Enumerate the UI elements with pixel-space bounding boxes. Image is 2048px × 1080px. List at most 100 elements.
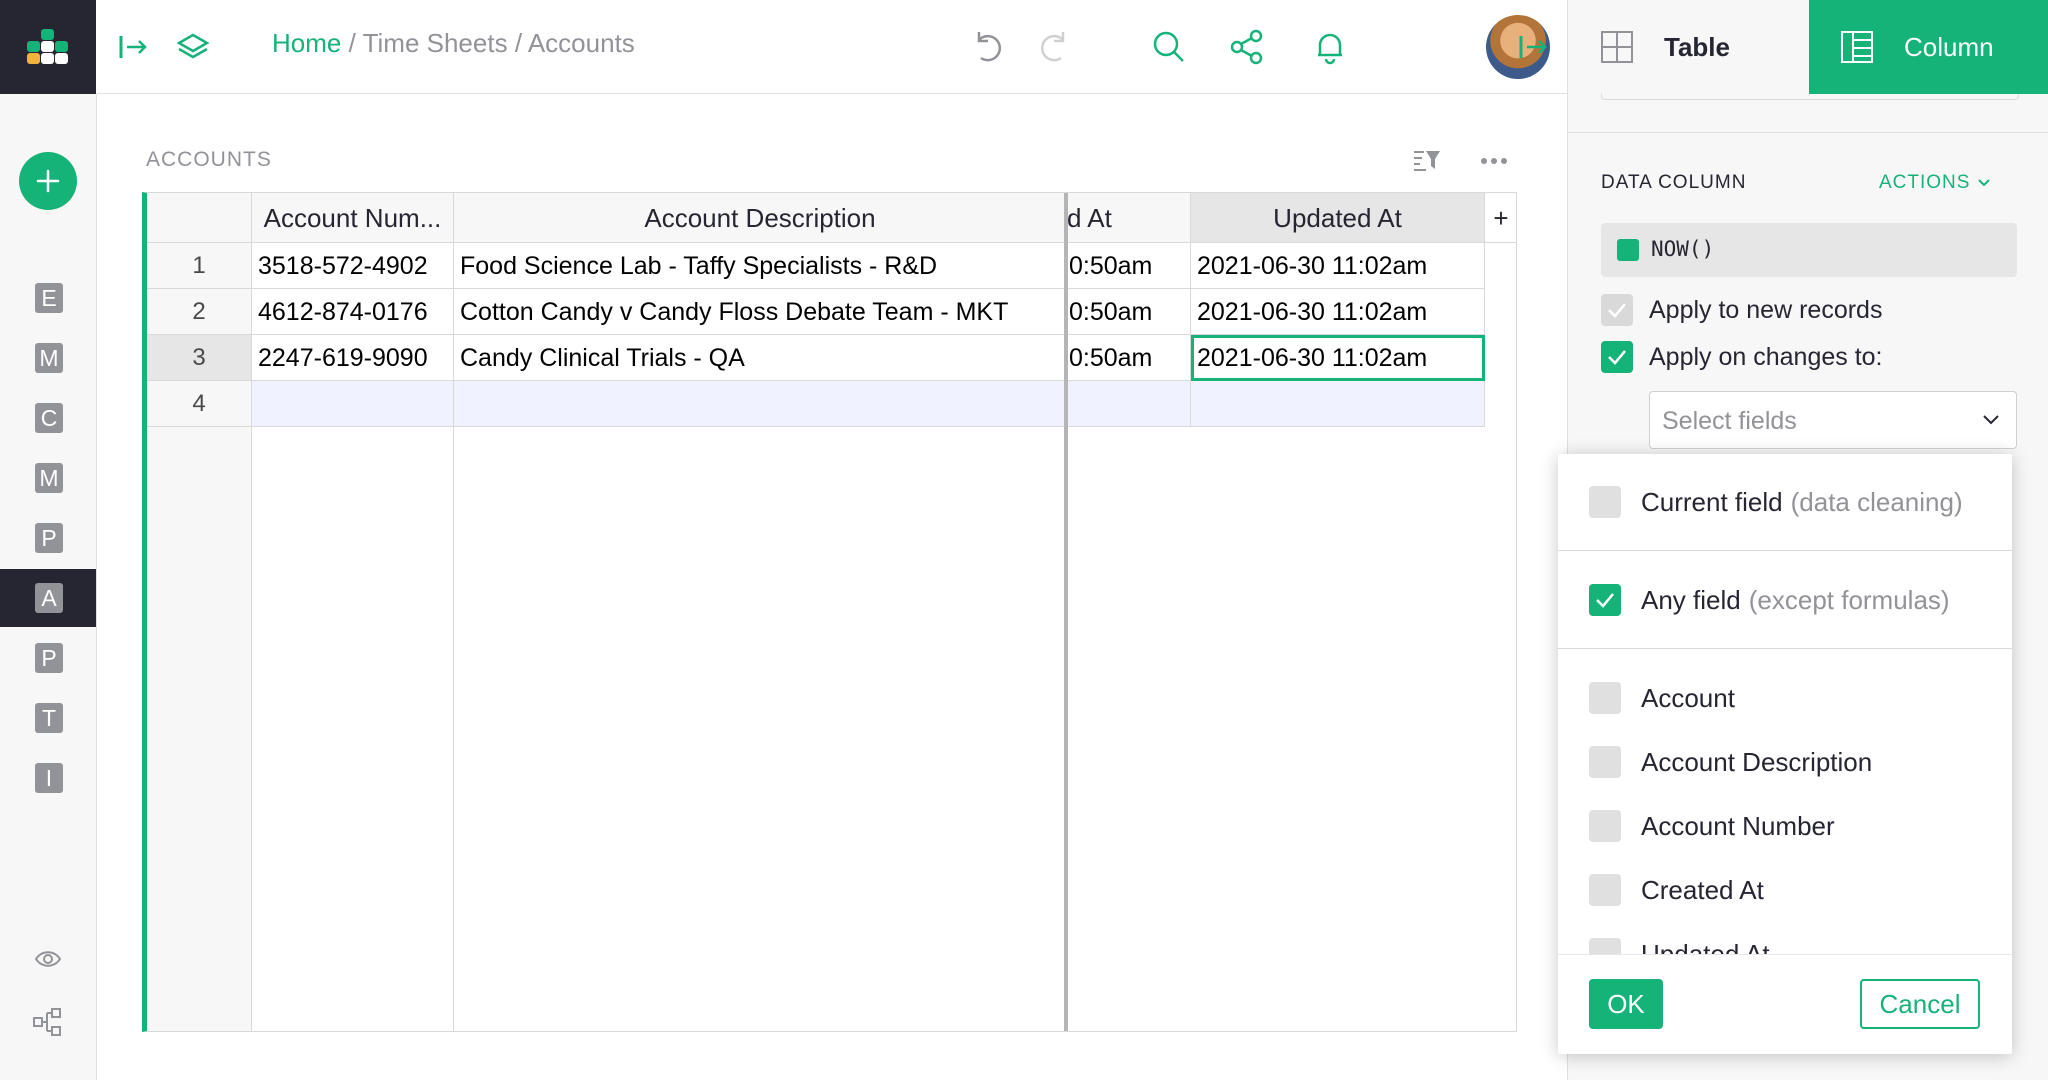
option-label: Account (1641, 682, 1735, 713)
row-number[interactable]: 1 (147, 243, 252, 289)
cell-account-number[interactable]: 3518-572-4902 (252, 243, 454, 289)
current-field-checkbox[interactable] (1589, 486, 1621, 518)
plus-icon (36, 169, 60, 193)
new-row-cell[interactable] (1067, 381, 1191, 427)
sort-filter-icon[interactable] (1412, 148, 1442, 174)
app-logo[interactable] (0, 0, 96, 94)
bell-icon[interactable] (1311, 28, 1349, 66)
row-number[interactable]: 4 (147, 381, 252, 427)
option-field-account-number[interactable]: Account Number (1589, 808, 1835, 844)
search-icon[interactable] (1150, 28, 1188, 66)
select-fields-placeholder: Select fields (1662, 407, 1797, 435)
eye-icon[interactable] (34, 948, 62, 970)
raw-data-icon[interactable] (32, 1006, 64, 1038)
grid-corner[interactable] (147, 193, 252, 243)
field-checkbox[interactable] (1589, 746, 1621, 778)
page-item-a-active[interactable]: A (0, 569, 96, 627)
tab-column[interactable]: Column (1809, 0, 2048, 94)
undo-icon[interactable] (969, 28, 1007, 66)
add-new-button[interactable] (19, 152, 77, 210)
share-icon[interactable] (1228, 28, 1266, 66)
add-column-button[interactable]: + (1485, 193, 1516, 243)
page-item-t[interactable]: T (0, 689, 96, 747)
page-badge: C (35, 403, 63, 433)
collapse-left-panel-icon[interactable] (115, 28, 153, 66)
redo-icon[interactable] (1035, 28, 1073, 66)
select-fields-menu: Current field (data cleaning) Any field … (1558, 454, 2012, 1054)
page-badge: A (35, 583, 63, 613)
cell-created-at[interactable]: 0:50am (1067, 243, 1191, 289)
row-number[interactable]: 3 (147, 335, 252, 381)
row-number[interactable]: 2 (147, 289, 252, 335)
checkmark-icon (1608, 350, 1626, 365)
option-field-account[interactable]: Account (1589, 680, 1735, 716)
cell-account-description[interactable]: Cotton Candy v Candy Floss Debate Team -… (454, 289, 1067, 335)
ok-button[interactable]: OK (1589, 979, 1663, 1029)
field-checkbox[interactable] (1589, 810, 1621, 842)
actions-menu[interactable]: ACTIONS (1879, 172, 1991, 194)
option-field-created-at[interactable]: Created At (1589, 872, 1764, 908)
option-any-field[interactable]: Any field (except formulas) (1589, 582, 1950, 618)
chevron-down-icon (1978, 179, 1990, 187)
new-row-cell[interactable] (252, 381, 454, 427)
more-options-icon[interactable] (1480, 154, 1508, 168)
page-item-c[interactable]: C (0, 389, 96, 447)
breadcrumb-page[interactable]: Accounts (528, 28, 635, 58)
page-item-p[interactable]: P (0, 509, 96, 567)
cell-account-description[interactable]: Candy Clinical Trials - QA (454, 335, 1067, 381)
top-bar: Home / Time Sheets / Accounts (97, 0, 1567, 94)
cell-created-at[interactable]: 0:50am (1067, 289, 1191, 335)
new-row-cell[interactable] (454, 381, 1067, 427)
breadcrumb-separator: / (514, 28, 523, 58)
page-item-p2[interactable]: P (0, 629, 96, 687)
cell-updated-at-selected[interactable]: 2021-06-30 11:02am (1191, 335, 1485, 381)
cell-account-number[interactable]: 4612-874-0176 (252, 289, 454, 335)
col-header-updated-at[interactable]: Updated At (1191, 193, 1485, 243)
field-checkbox[interactable] (1589, 874, 1621, 906)
collapse-right-panel-icon[interactable] (1515, 28, 1553, 66)
page-item-i[interactable]: I (0, 749, 96, 807)
apply-on-changes-label: Apply on changes to: (1649, 343, 1883, 371)
page-item-m[interactable]: M (0, 329, 96, 387)
apply-new-records-checkbox[interactable] (1601, 294, 1633, 326)
tab-table[interactable]: Table (1568, 0, 1809, 94)
field-box-edge (1601, 94, 2019, 100)
select-fields-dropdown[interactable]: Select fields (1649, 391, 2017, 449)
page-badge: T (35, 703, 63, 733)
menu-divider (1558, 648, 2012, 649)
cell-created-at[interactable]: 0:50am (1067, 335, 1191, 381)
formula-editor[interactable]: NOW() (1601, 223, 2017, 277)
option-current-field[interactable]: Current field (data cleaning) (1589, 484, 1963, 520)
breadcrumb-separator: / (348, 28, 356, 58)
menu-divider (1558, 550, 2012, 551)
new-row-cell[interactable] (1191, 381, 1485, 427)
left-sidebar: E M C M P A P T I (0, 94, 97, 1080)
cell-updated-at[interactable]: 2021-06-30 11:02am (1191, 243, 1485, 289)
breadcrumb-home[interactable]: Home (272, 28, 341, 58)
layers-icon (176, 33, 210, 59)
cell-updated-at[interactable]: 2021-06-30 11:02am (1191, 289, 1485, 335)
page-badge: E (35, 283, 63, 313)
option-field-account-description[interactable]: Account Description (1589, 744, 1872, 780)
breadcrumb-doc[interactable]: Time Sheets (363, 28, 508, 58)
option-label: Current field (1641, 486, 1783, 517)
page-badge: P (35, 523, 63, 553)
formula-text: NOW() (1651, 237, 1715, 261)
option-label: Created At (1641, 874, 1764, 905)
cancel-button[interactable]: Cancel (1860, 979, 1980, 1029)
grid-empty-area (252, 427, 454, 1031)
page-item-m2[interactable]: M (0, 449, 96, 507)
apply-on-changes-checkbox[interactable] (1601, 341, 1633, 373)
field-checkbox[interactable] (1589, 682, 1621, 714)
column-icon (1841, 31, 1873, 63)
cell-account-number[interactable]: 2247-619-9090 (252, 335, 454, 381)
tab-column-label: Column (1904, 31, 1994, 62)
page-item-e[interactable]: E (0, 269, 96, 327)
grist-logo-icon (27, 29, 68, 64)
cell-account-description[interactable]: Food Science Lab - Taffy Specialists - R… (454, 243, 1067, 289)
col-header-created-at[interactable]: d At (1067, 193, 1191, 243)
any-field-checkbox[interactable] (1589, 584, 1621, 616)
col-header-account-number[interactable]: Account Num... (252, 193, 454, 243)
chevron-down-icon (1983, 415, 1999, 425)
col-header-account-description[interactable]: Account Description (454, 193, 1067, 243)
